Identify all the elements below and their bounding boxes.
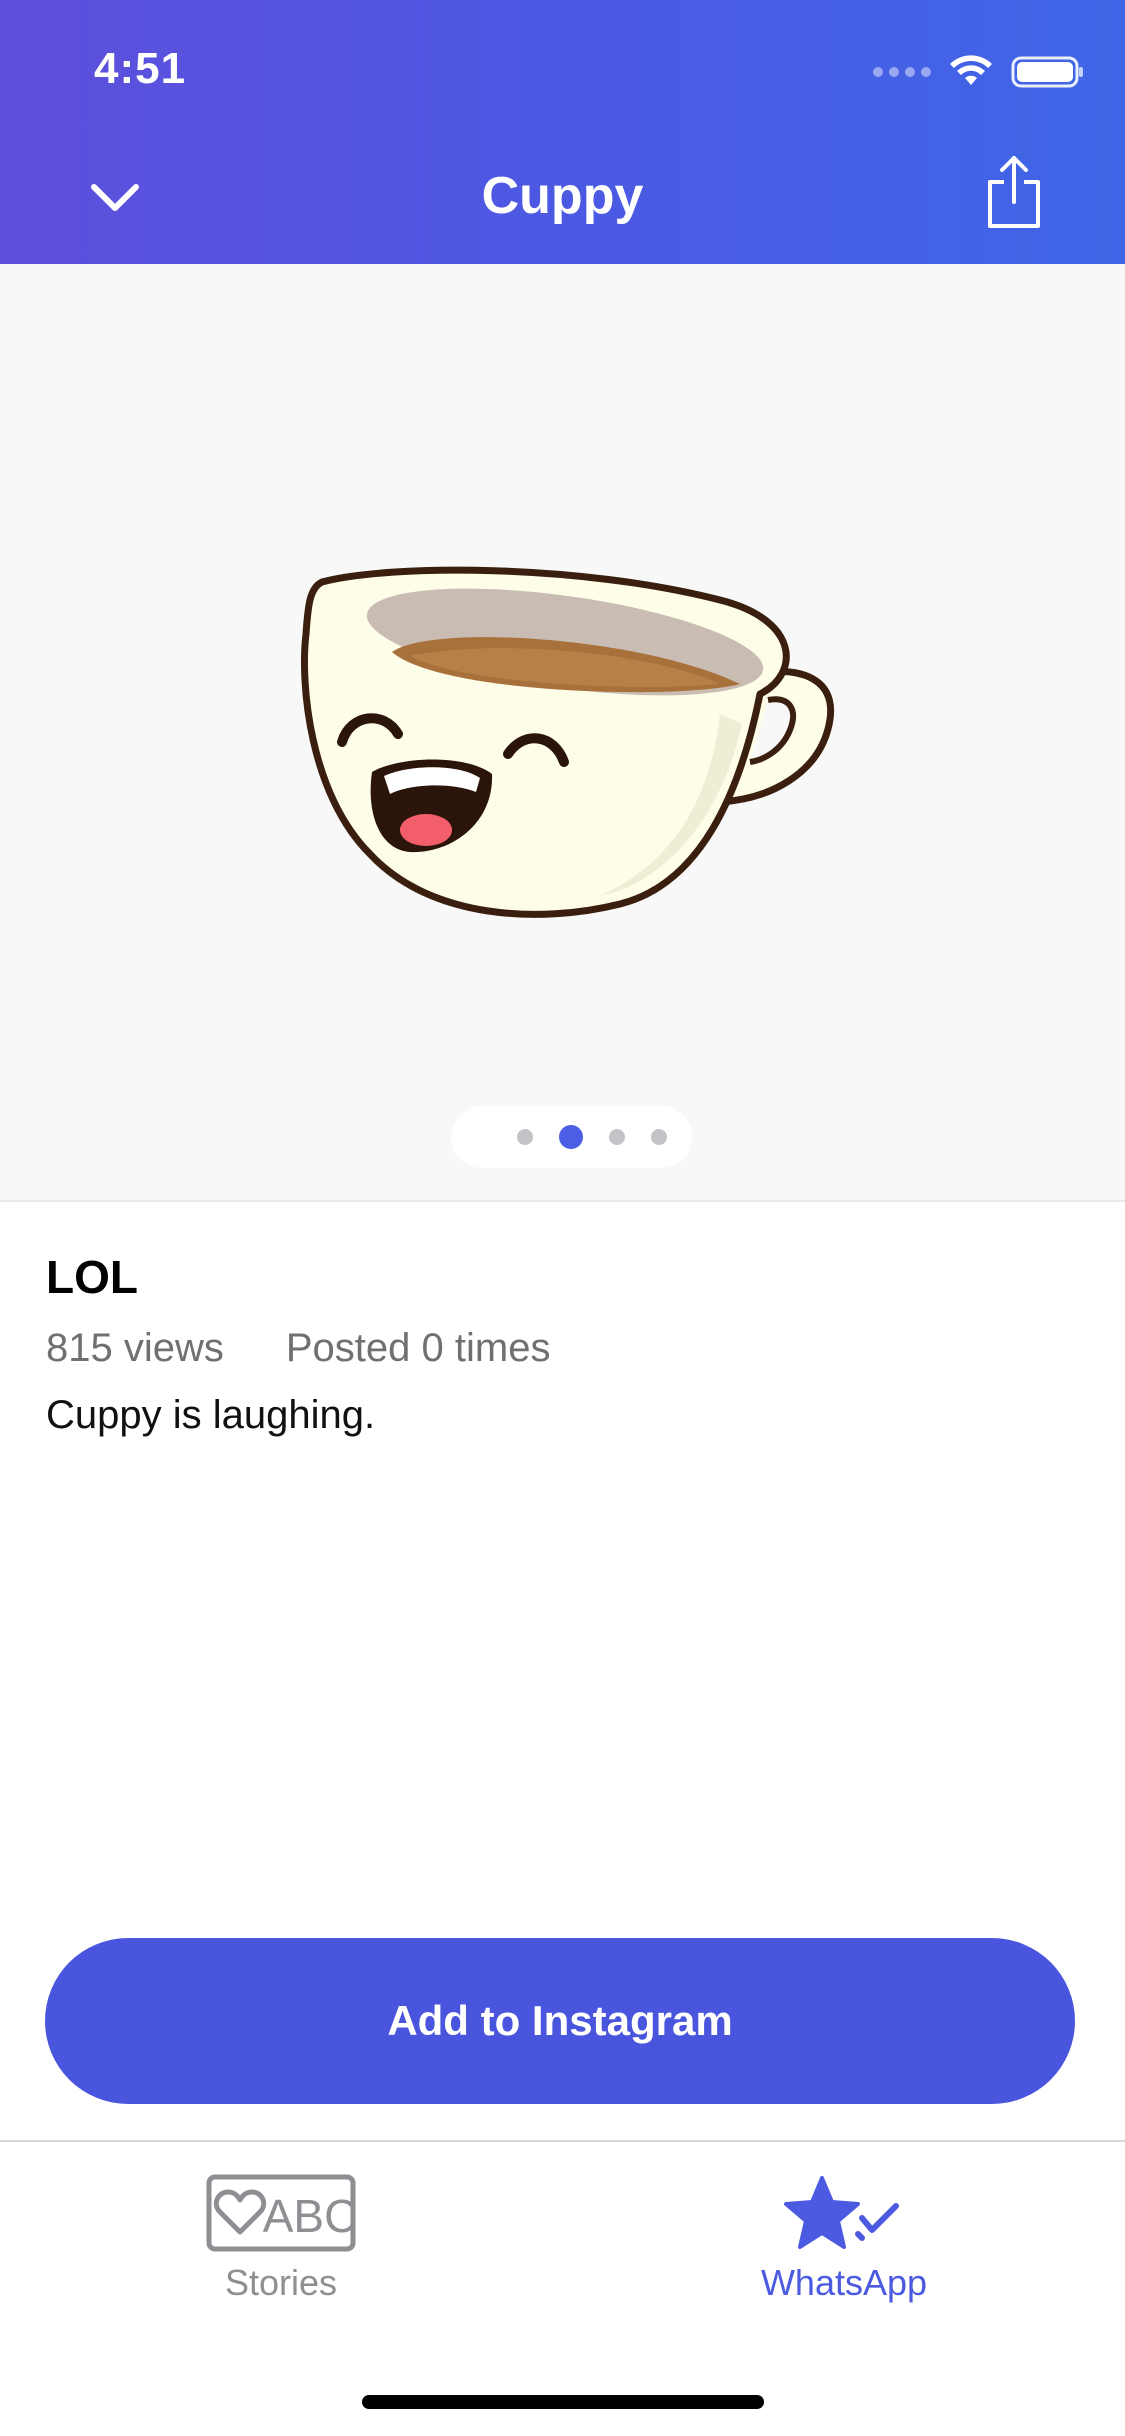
share-icon bbox=[988, 156, 1040, 228]
tab-stories[interactable]: ABC Stories bbox=[131, 2174, 431, 2324]
battery-icon bbox=[1011, 56, 1083, 88]
header: 4:51 Cuppy bbox=[0, 0, 1125, 264]
tab-bar: ABC Stories WhatsApp bbox=[0, 2140, 1125, 2436]
star-check-icon bbox=[784, 2176, 899, 2249]
page-dot[interactable] bbox=[516, 1129, 533, 1145]
share-button[interactable] bbox=[979, 150, 1049, 234]
sticker-preview[interactable] bbox=[0, 264, 1125, 1202]
sticker-title: LOL bbox=[46, 1251, 138, 1303]
page-indicator[interactable] bbox=[451, 1106, 692, 1168]
status-icons bbox=[873, 52, 1085, 92]
page-dot[interactable] bbox=[608, 1129, 625, 1145]
home-indicator[interactable] bbox=[362, 2395, 764, 2409]
sticker-info: LOL 815 views Posted 0 times Cuppy is la… bbox=[46, 1250, 1086, 1438]
page-title: Cuppy bbox=[481, 167, 644, 225]
sticker-description: Cuppy is laughing. bbox=[46, 1393, 376, 1437]
sticker-detail-screen: 4:51 Cuppy LOL 815 views Posted 0 times … bbox=[0, 0, 1125, 2436]
posted-count: Posted 0 times bbox=[285, 1326, 551, 1370]
add-to-instagram-button[interactable]: Add to Instagram bbox=[45, 1938, 1075, 2104]
signal-icon bbox=[873, 67, 931, 77]
tab-whatsapp[interactable]: WhatsApp bbox=[694, 2174, 994, 2324]
tab-whatsapp-label: WhatsApp bbox=[760, 2262, 928, 2303]
sticker-stats: 815 views Posted 0 times bbox=[46, 1326, 1086, 1371]
page-dot[interactable] bbox=[650, 1129, 667, 1145]
page-dot-active[interactable] bbox=[558, 1125, 583, 1149]
stories-abc-icon: ABC bbox=[206, 2174, 356, 2252]
views-count: 815 views bbox=[46, 1326, 224, 1370]
sticker-image bbox=[301, 566, 835, 918]
tab-stories-label: Stories bbox=[224, 2262, 338, 2303]
status-time: 4:51 bbox=[94, 44, 187, 93]
svg-text:ABC: ABC bbox=[263, 2190, 356, 2242]
wifi-icon bbox=[950, 55, 992, 85]
